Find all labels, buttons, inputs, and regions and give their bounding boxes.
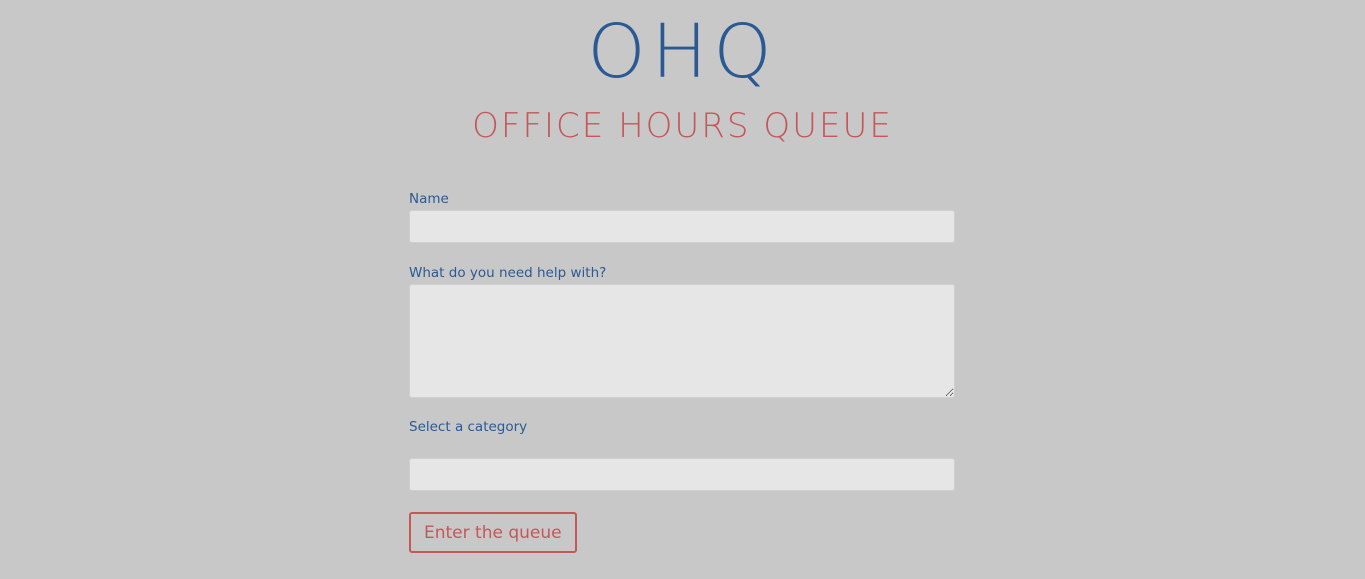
name-input[interactable] xyxy=(409,210,955,243)
help-textarea[interactable] xyxy=(409,284,955,398)
help-label: What do you need help with? xyxy=(409,265,607,281)
category-input[interactable] xyxy=(409,458,955,491)
category-label: Select a category xyxy=(409,419,528,435)
name-label: Name xyxy=(409,191,449,207)
app-logo: OHQ xyxy=(587,9,778,95)
enter-queue-button[interactable]: Enter the queue xyxy=(409,512,577,553)
page-subtitle: OFFICE HOURS QUEUE xyxy=(472,106,893,146)
